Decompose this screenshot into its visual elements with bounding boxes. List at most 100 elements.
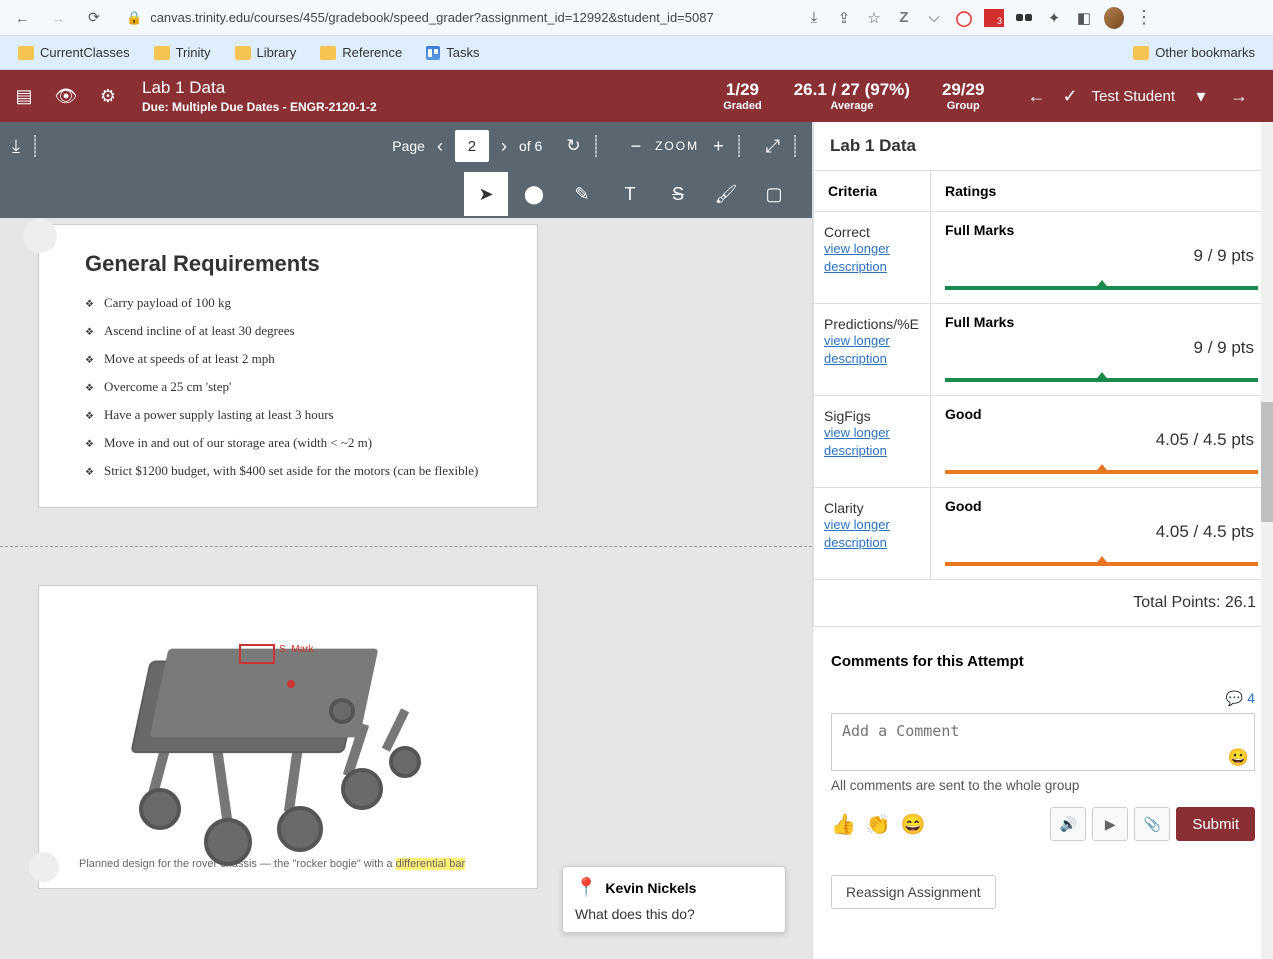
bookmark-reference[interactable]: Reference [310,41,412,64]
box-tool[interactable]: ▢ [752,172,796,216]
criterion-name: Correct [824,224,920,240]
page-input[interactable] [455,130,489,162]
rating-label: Full Marks [945,222,1258,238]
scrollbar-thumb[interactable] [1261,402,1273,522]
pin-tool[interactable]: ⬤ [512,172,556,216]
rubric-row: Clarity view longerdescription Good 4.05… [813,488,1273,580]
zoom-out-button[interactable]: − [631,136,642,157]
sidepanel-icon[interactable]: ◧ [1074,8,1094,28]
document-page-1: General Requirements Carry payload of 10… [38,224,538,508]
extensions-puzzle-icon[interactable]: ✦ [1044,8,1064,28]
rubric-row: SigFigs view longerdescription Good 4.05… [813,396,1273,488]
star-icon[interactable]: ☆ [864,8,884,28]
assignment-title: Lab 1 Data [142,78,377,98]
student-name[interactable]: Test Student [1092,88,1175,105]
bookmark-library[interactable]: Library [225,41,307,64]
pin-icon: 📍 [575,877,597,898]
forward-button[interactable]: → [44,4,72,32]
audio-button[interactable]: 🔊 [1050,807,1086,841]
install-icon[interactable]: ⤓ [804,8,824,28]
smile-icon[interactable]: 😄 [901,812,926,837]
doc-bullet: Carry payload of 100 kg [85,289,511,317]
student-dropdown-icon[interactable]: ▾ [1189,84,1213,108]
reload-button[interactable]: ⟳ [80,4,108,32]
settings-gear-icon[interactable]: ⚙ [96,84,120,108]
rating-label: Full Marks [945,314,1258,330]
extension-icons: ⤓ ⇪ ☆ Z ⌵ ◯ 3 ✦ ◧ ⋮ [804,8,1154,28]
bookmark-currentclasses[interactable]: CurrentClasses [8,41,140,64]
zoom-in-button[interactable]: + [713,136,724,157]
bookmark-trinity[interactable]: Trinity [144,41,221,64]
other-bookmarks[interactable]: Other bookmarks [1123,41,1265,64]
criterion-cell: Correct view longerdescription [814,212,931,303]
comments-count[interactable]: 💬4 [831,690,1255,707]
address-bar[interactable]: 🔒 canvas.trinity.edu/courses/455/gradebo… [116,4,796,32]
rating-slider[interactable] [945,556,1258,566]
extension-dots-icon[interactable] [1014,8,1034,28]
refresh-icon[interactable]: ↻ [566,136,580,156]
view-description-link[interactable]: view longerdescription [824,516,920,552]
pointer-tool[interactable]: ➤ [464,172,508,216]
fullscreen-icon[interactable]: ⤢ [766,136,780,157]
trello-icon [426,46,440,60]
video-button[interactable]: ▶ [1092,807,1128,841]
check-icon: ✓ [1063,86,1078,107]
zotero-icon[interactable]: Z [894,8,914,28]
view-description-link[interactable]: view longerdescription [824,424,920,460]
clap-icon[interactable]: 👏 [866,812,891,837]
view-description-link[interactable]: view longerdescription [824,332,920,368]
rubric-total: Total Points: 26.1 [813,580,1273,627]
scrollbar-track[interactable] [1261,122,1273,959]
browser-toolbar: ← → ⟳ 🔒 canvas.trinity.edu/courses/455/g… [0,0,1273,36]
rating-cell[interactable]: Good 4.05 / 4.5 pts [931,488,1272,579]
draw-tool[interactable]: 🖌 [704,172,748,216]
rating-slider[interactable] [945,464,1258,474]
next-student-button[interactable]: → [1227,84,1251,108]
menu-kebab-icon[interactable]: ⋮ [1134,8,1154,28]
criterion-cell: SigFigs view longerdescription [814,396,931,487]
comment-input[interactable] [831,713,1255,771]
criterion-name: Clarity [824,500,920,516]
rating-cell[interactable]: Full Marks 9 / 9 pts [931,304,1272,395]
gradebook-icon[interactable]: ▤ [12,84,36,108]
text-tool[interactable]: T [608,172,652,216]
bookmark-tasks[interactable]: Tasks [416,41,489,64]
extension-red-icon[interactable]: 3 [984,8,1004,28]
strikethrough-tool[interactable]: S [656,172,700,216]
bookmarks-bar: CurrentClasses Trinity Library Reference… [0,36,1273,70]
view-description-link[interactable]: view longerdescription [824,240,920,276]
prev-page-button[interactable]: ‹ [437,136,443,157]
back-button[interactable]: ← [8,4,36,32]
comments-section: Comments for this Attempt 💬4 😀 All comme… [813,627,1273,851]
annotation-text: What does this do? [575,906,773,922]
document-page-2: S. Mark Planned design for the rover cha… [38,585,538,889]
ratings-header: Ratings [931,171,1272,211]
rating-cell[interactable]: Full Marks 9 / 9 pts [931,212,1272,303]
rating-slider[interactable] [945,372,1258,382]
share-icon[interactable]: ⇪ [834,8,854,28]
rating-slider[interactable] [945,280,1258,290]
prev-student-button[interactable]: ← [1025,84,1049,108]
folder-icon [18,46,34,60]
page-label: Page [392,138,425,154]
attach-button[interactable]: 📎 [1134,807,1170,841]
emoji-picker-icon[interactable]: 😀 [1228,748,1249,768]
download-icon[interactable]: ⤓ [12,136,20,157]
thumbs-up-icon[interactable]: 👍 [831,812,856,837]
pocket-icon[interactable]: ⌵ [924,8,944,28]
stat-average: 26.1 / 27 (97%)Average [794,80,910,112]
zoom-label: ZOOM [655,139,699,153]
document-scroll[interactable]: General Requirements Carry payload of 10… [0,218,812,959]
profile-avatar[interactable] [1104,8,1124,28]
annotation-popup[interactable]: 📍 Kevin Nickels What does this do? [562,866,786,933]
highlight-tool[interactable]: ✎ [560,172,604,216]
extension-o-icon[interactable]: ◯ [954,8,974,28]
rating-cell[interactable]: Good 4.05 / 4.5 pts [931,396,1272,487]
next-page-button[interactable]: › [501,136,507,157]
visibility-icon[interactable]: 👁 [54,84,78,108]
doc-caption: Planned design for the rover chassis — t… [79,858,507,870]
reassign-button[interactable]: Reassign Assignment [831,875,996,909]
submit-button[interactable]: Submit [1176,807,1255,841]
reaction-buttons: 👍 👏 😄 [831,812,926,837]
lock-icon: 🔒 [126,10,142,26]
